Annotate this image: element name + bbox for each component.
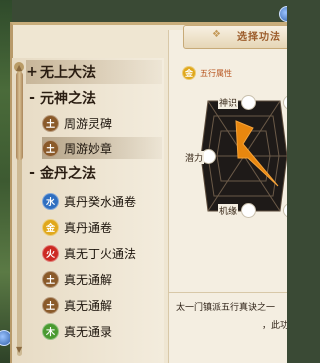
category-wushang[interactable]: + 无上大法 — [26, 60, 162, 84]
attribute-label: 五行属性 — [200, 68, 232, 78]
skill-item[interactable]: 水 真丹癸水通卷 — [42, 190, 136, 212]
category-label: 元神之法 — [40, 91, 96, 107]
skill-label: 真无丁火通法 — [64, 246, 137, 261]
skill-label: 真无通解 — [64, 272, 113, 287]
earth-element-icon: 土 — [42, 270, 59, 288]
wood-element-icon: 木 — [42, 322, 59, 340]
skill-description: 太一门镇派五行真诀之一 — [176, 303, 276, 313]
panel-title: 选择功法 — [237, 32, 281, 43]
scrollbar-thumb[interactable] — [16, 72, 23, 160]
divider — [168, 292, 287, 293]
expand-icon: + — [26, 64, 38, 80]
skill-label: 周游灵碑 — [64, 116, 113, 131]
stat-label-qianli: 潜力 — [184, 151, 205, 164]
skill-item[interactable]: 火 真无丁火通法 — [42, 242, 136, 264]
skill-item[interactable]: 土 周游灵碑 — [42, 112, 112, 134]
element-attribute: 金 五行属性 — [182, 66, 232, 80]
metal-element-icon: 金 — [42, 218, 59, 236]
scroll-up-icon[interactable]: ▲ — [16, 64, 22, 72]
skill-item[interactable]: 土 真无通解 — [42, 294, 112, 316]
skill-label: 真无通录 — [64, 324, 113, 339]
stat-node-jiyuan — [241, 203, 256, 218]
stat-label-jiyuan: 机缘 — [218, 204, 239, 217]
category-yuanshen[interactable]: - 元神之法 — [26, 86, 96, 110]
stat-label-shenshi: 神识 — [218, 96, 239, 109]
category-jindan[interactable]: - 金丹之法 — [26, 161, 96, 185]
earth-element-icon: 土 — [42, 114, 59, 132]
stat-node-shenshi — [241, 95, 256, 110]
collapse-icon: - — [29, 90, 35, 106]
game-window: ❖ 选择功法 ▲ ▼ + 无上大法 - 元神之法 土 周游灵碑 土 周游妙章 -… — [0, 0, 287, 363]
skill-label: 真丹癸水通卷 — [64, 194, 137, 209]
skill-description-cont: ，此功 — [262, 321, 287, 331]
title-ornament-icon: ❖ — [212, 29, 221, 40]
category-label: 金丹之法 — [40, 166, 96, 182]
skill-item-selected[interactable]: 土 周游妙章 — [42, 137, 162, 159]
skill-item[interactable]: 木 真无通录 — [42, 320, 112, 342]
skill-label: 周游妙章 — [64, 141, 113, 156]
fire-element-icon: 火 — [42, 244, 59, 262]
skill-label: 真丹通卷 — [64, 220, 113, 235]
metal-element-icon: 金 — [182, 66, 196, 80]
corner-orb-icon — [279, 6, 287, 22]
skill-label: 真无通解 — [64, 298, 113, 313]
skill-item[interactable]: 金 真丹通卷 — [42, 216, 112, 238]
scroll-down-icon[interactable]: ▼ — [16, 346, 22, 354]
water-element-icon: 水 — [42, 192, 59, 210]
earth-element-icon: 土 — [42, 139, 59, 157]
collapse-icon: - — [29, 165, 35, 181]
skill-item[interactable]: 土 真无通解 — [42, 268, 112, 290]
earth-element-icon: 土 — [42, 296, 59, 314]
category-label: 无上大法 — [40, 65, 96, 81]
